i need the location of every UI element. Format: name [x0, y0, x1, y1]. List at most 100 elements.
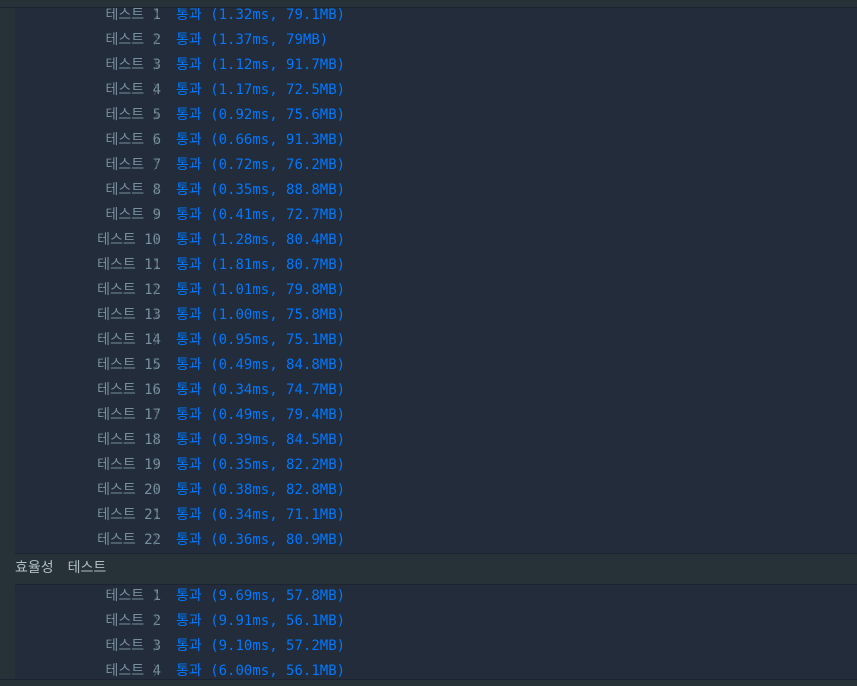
- test-metrics: (0.34ms, 74.7MB): [210, 382, 346, 398]
- test-result: 통과 (0.41ms, 72.7MB): [176, 203, 345, 228]
- test-metrics: (0.92ms, 75.6MB): [210, 107, 346, 123]
- test-name: 테스트 12: [97, 282, 161, 298]
- test-metrics: (0.36ms, 80.9MB): [210, 532, 346, 548]
- test-row: 테스트 21 〉 통과 (0.34ms, 71.1MB): [15, 503, 857, 528]
- test-result: 통과 (0.34ms, 71.1MB): [176, 503, 345, 528]
- chevron-right-icon: 〉: [153, 233, 167, 248]
- chevron-right-icon: 〉: [153, 614, 167, 629]
- pass-status: 통과: [176, 332, 202, 348]
- efficiency-header: 효율성 테스트: [15, 553, 857, 585]
- chevron-right-icon: 〉: [153, 83, 167, 98]
- chevron-right-icon: 〉: [153, 508, 167, 523]
- chevron-right-icon: 〉: [153, 283, 167, 298]
- test-metrics: (1.81ms, 80.7MB): [210, 257, 346, 273]
- result-panel: 테스트 1 〉 통과 (1.32ms, 79.1MB) 테스트 2 〉 통과 (1.37m…: [15, 0, 857, 685]
- test-metrics: (0.39ms, 84.5MB): [210, 432, 346, 448]
- test-name: 테스트 22: [97, 532, 161, 548]
- pass-status: 통과: [176, 532, 202, 548]
- test-result: 통과 (1.17ms, 72.5MB): [176, 78, 345, 103]
- test-result: 통과 (1.81ms, 80.7MB): [176, 253, 345, 278]
- test-result: 통과 (0.92ms, 75.6MB): [176, 103, 345, 128]
- test-metrics: (9.69ms, 57.8MB): [210, 588, 346, 604]
- test-metrics: (0.38ms, 82.8MB): [210, 482, 346, 498]
- test-row: 테스트 12 〉 통과 (1.01ms, 79.8MB): [15, 278, 857, 303]
- test-row: 테스트 2 〉 통과 (9.91ms, 56.1MB): [15, 609, 857, 634]
- left-gutter: [0, 0, 15, 685]
- test-metrics: (1.17ms, 72.5MB): [210, 82, 346, 98]
- chevron-right-icon: 〉: [153, 533, 167, 548]
- test-row: 테스트 13 〉 통과 (1.00ms, 75.8MB): [15, 303, 857, 328]
- test-row: 테스트 18 〉 통과 (0.39ms, 84.5MB): [15, 428, 857, 453]
- pass-status: 통과: [176, 307, 202, 323]
- pass-status: 통과: [176, 507, 202, 523]
- test-result: 통과 (1.12ms, 91.7MB): [176, 53, 345, 78]
- pass-status: 통과: [176, 588, 202, 604]
- pass-status: 통과: [176, 382, 202, 398]
- test-result: 통과 (1.01ms, 79.8MB): [176, 278, 345, 303]
- test-metrics: (0.72ms, 76.2MB): [210, 157, 346, 173]
- test-metrics: (1.32ms, 79.1MB): [210, 7, 346, 23]
- pass-status: 통과: [176, 207, 202, 223]
- chevron-right-icon: 〉: [153, 483, 167, 498]
- test-result: 통과 (0.36ms, 80.9MB): [176, 528, 345, 553]
- pass-status: 통과: [176, 613, 202, 629]
- pass-status: 통과: [176, 282, 202, 298]
- chevron-right-icon: 〉: [153, 333, 167, 348]
- test-result: 통과 (1.00ms, 75.8MB): [176, 303, 345, 328]
- test-name: 테스트 14: [97, 332, 161, 348]
- test-row: 테스트 1 〉 통과 (9.69ms, 57.8MB): [15, 584, 857, 609]
- test-metrics: (1.00ms, 75.8MB): [210, 307, 346, 323]
- pass-status: 통과: [176, 82, 202, 98]
- pass-status: 통과: [176, 357, 202, 373]
- test-row: 테스트 3 〉 통과 (1.12ms, 91.7MB): [15, 53, 857, 78]
- pass-status: 통과: [176, 457, 202, 473]
- test-result: 통과 (1.37ms, 79MB): [176, 28, 328, 53]
- chevron-right-icon: 〉: [153, 308, 167, 323]
- test-row: 테스트 20 〉 통과 (0.38ms, 82.8MB): [15, 478, 857, 503]
- pass-status: 통과: [176, 432, 202, 448]
- pass-status: 통과: [176, 663, 202, 679]
- test-row: 테스트 5 〉 통과 (0.92ms, 75.6MB): [15, 103, 857, 128]
- pass-status: 통과: [176, 57, 202, 73]
- chevron-right-icon: 〉: [153, 158, 167, 173]
- pass-status: 통과: [176, 107, 202, 123]
- test-row: 테스트 11 〉 통과 (1.81ms, 80.7MB): [15, 253, 857, 278]
- test-name: 테스트 21: [97, 507, 161, 523]
- test-row: 테스트 2 〉 통과 (1.37ms, 79MB): [15, 28, 857, 53]
- test-result: 통과 (0.66ms, 91.3MB): [176, 128, 345, 153]
- test-metrics: (0.95ms, 75.1MB): [210, 332, 346, 348]
- test-name: 테스트 10: [97, 232, 161, 248]
- test-metrics: (1.01ms, 79.8MB): [210, 282, 346, 298]
- test-metrics: (0.41ms, 72.7MB): [210, 207, 346, 223]
- pass-status: 통과: [176, 132, 202, 148]
- test-metrics: (1.28ms, 80.4MB): [210, 232, 346, 248]
- chevron-right-icon: 〉: [153, 383, 167, 398]
- test-metrics: (9.91ms, 56.1MB): [210, 613, 346, 629]
- test-name: 테스트 19: [97, 457, 161, 473]
- test-metrics: (0.66ms, 91.3MB): [210, 132, 346, 148]
- pass-status: 통과: [176, 232, 202, 248]
- test-name: 테스트 17: [97, 407, 161, 423]
- pass-status: 통과: [176, 157, 202, 173]
- efficiency-word: 효율성: [15, 560, 54, 576]
- pass-status: 통과: [176, 482, 202, 498]
- test-metrics: (0.49ms, 79.4MB): [210, 407, 346, 423]
- chevron-right-icon: 〉: [153, 433, 167, 448]
- test-metrics: (0.35ms, 82.2MB): [210, 457, 346, 473]
- test-result: 통과 (0.49ms, 84.8MB): [176, 353, 345, 378]
- top-divider: [0, 0, 857, 8]
- test-result: 통과 (1.28ms, 80.4MB): [176, 228, 345, 253]
- test-name: 테스트 15: [97, 357, 161, 373]
- chevron-right-icon: 〉: [153, 133, 167, 148]
- test-row: 테스트 19 〉 통과 (0.35ms, 82.2MB): [15, 453, 857, 478]
- test-result: 통과 (0.38ms, 82.8MB): [176, 478, 345, 503]
- test-metrics: (1.37ms, 79MB): [210, 32, 329, 48]
- test-metrics: (0.49ms, 84.8MB): [210, 357, 346, 373]
- test-result: 통과 (0.49ms, 79.4MB): [176, 403, 345, 428]
- test-name: 테스트 20: [97, 482, 161, 498]
- chevron-right-icon: 〉: [153, 108, 167, 123]
- test-result: 통과 (0.95ms, 75.1MB): [176, 328, 345, 353]
- test-row: 테스트 8 〉 통과 (0.35ms, 88.8MB): [15, 178, 857, 203]
- pass-status: 통과: [176, 182, 202, 198]
- chevron-right-icon: 〉: [153, 208, 167, 223]
